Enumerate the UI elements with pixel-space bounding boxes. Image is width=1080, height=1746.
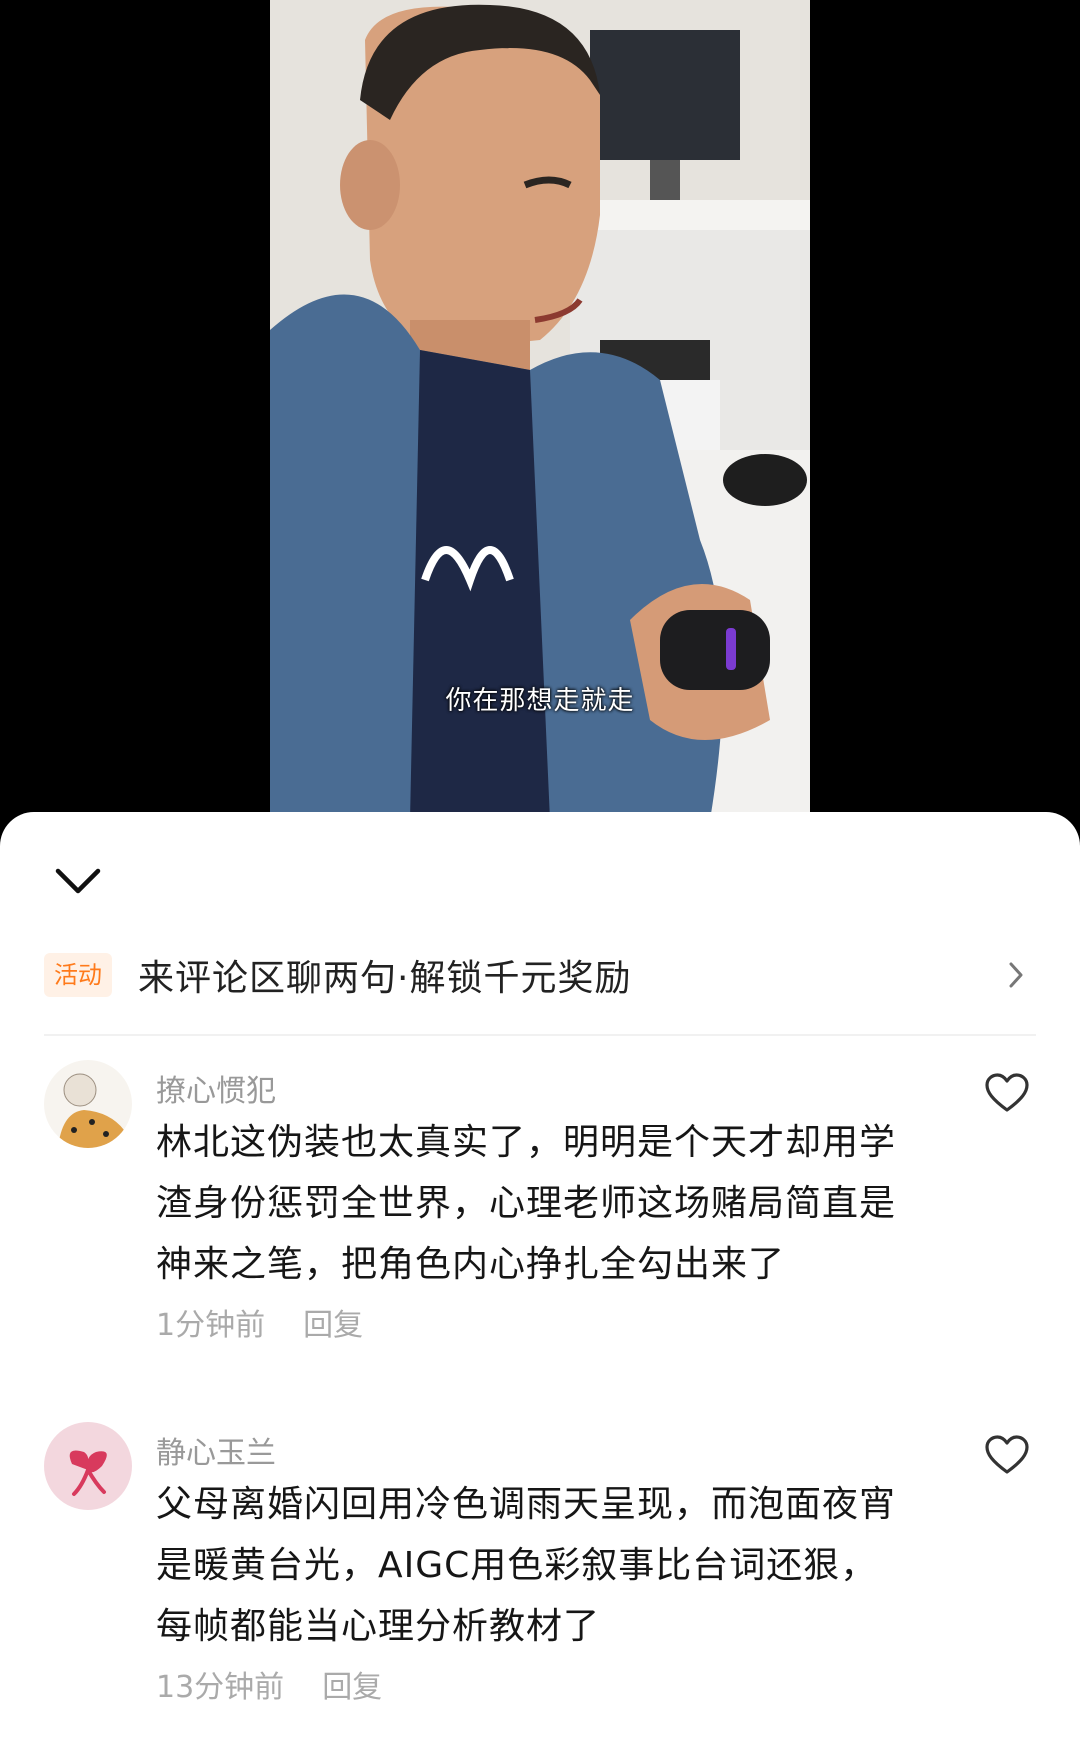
collapse-button[interactable]: [50, 862, 106, 902]
comment-sheet: 活动 来评论区聊两句·解锁千元奖励 撩心惯犯 林北这伪装也太真实了，明明是个天才…: [0, 812, 1080, 1746]
activity-badge: 活动: [44, 953, 112, 997]
video-player[interactable]: 你在那想走就走: [270, 0, 810, 820]
comment-username[interactable]: 撩心惯犯: [156, 1066, 276, 1110]
reply-button[interactable]: 回复: [303, 1300, 363, 1344]
chevron-right-icon: [1009, 962, 1023, 988]
video-subtitle: 你在那想走就走: [445, 686, 635, 716]
comment-time: 13分钟前: [156, 1670, 285, 1705]
comment-text: 父母离婚闪回用冷色调雨天呈现，而泡面夜宵是暖黄台光，AIGC用色彩叙事比台词还狠…: [156, 1484, 897, 1647]
heart-icon[interactable]: [984, 1434, 1030, 1476]
comment-item: 静心玉兰 父母离婚闪回用冷色调雨天呈现，而泡面夜宵是暖黄台光，AIGC用色彩叙事…: [0, 1422, 1080, 1742]
heart-icon[interactable]: [984, 1072, 1030, 1114]
activity-text: 来评论区聊两句·解锁千元奖励: [138, 958, 632, 999]
chevron-down-icon: [55, 868, 101, 894]
comment-time: 1分钟前: [156, 1308, 266, 1343]
avatar[interactable]: [44, 1422, 132, 1510]
comment-meta: 1分钟前 回复: [156, 1300, 363, 1344]
reply-button[interactable]: 回复: [322, 1662, 382, 1706]
comment-meta: 13分钟前 回复: [156, 1662, 382, 1706]
comment-text: 林北这伪装也太真实了，明明是个天才却用学渣身份惩罚全世界，心理老师这场赌局简直是…: [156, 1122, 897, 1285]
activity-banner[interactable]: 活动 来评论区聊两句·解锁千元奖励: [44, 940, 1036, 1010]
avatar[interactable]: [44, 1060, 132, 1148]
divider: [44, 1034, 1036, 1036]
comment-username[interactable]: 静心玉兰: [156, 1428, 276, 1472]
comment-item: 撩心惯犯 林北这伪装也太真实了，明明是个天才却用学渣身份惩罚全世界，心理老师这场…: [0, 1060, 1080, 1360]
